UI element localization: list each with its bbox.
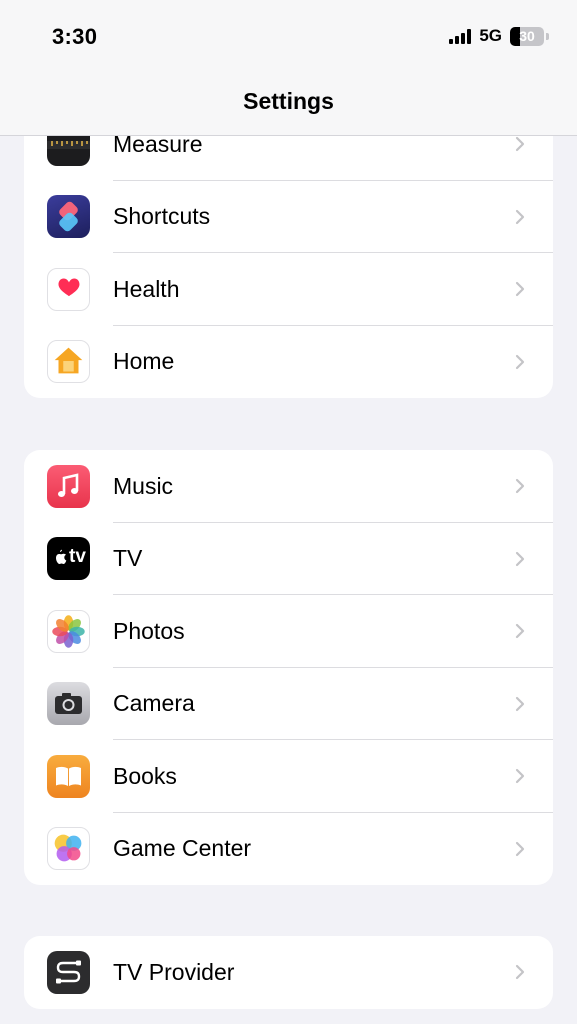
music-icon [47, 464, 90, 508]
chevron-right-icon [515, 696, 525, 711]
chevron-right-icon [515, 551, 525, 566]
game-center-icon [47, 827, 90, 871]
status-time: 3:30 [52, 24, 98, 49]
settings-row-tv-provider[interactable]: TV Provider [24, 936, 553, 1009]
network-type: 5G [479, 26, 502, 45]
camera-icon [47, 682, 90, 726]
battery-icon: 30 [510, 26, 544, 46]
tv-icon: tv [47, 537, 90, 581]
status-indicators: 5G 30 [449, 26, 549, 46]
shortcuts-icon [47, 195, 90, 239]
chevron-right-icon [515, 841, 525, 856]
settings-row-label: Home [113, 348, 175, 375]
settings-row-label: TV [113, 545, 143, 572]
books-icon [47, 754, 90, 798]
settings-row-health[interactable]: Health [24, 253, 553, 326]
cellular-signal-icon [449, 28, 472, 44]
settings-row-books[interactable]: Books [24, 740, 553, 813]
battery-tip [546, 32, 549, 40]
settings-row-music[interactable]: Music [24, 450, 553, 523]
photos-icon [47, 609, 90, 653]
chevron-right-icon [515, 354, 525, 369]
page-title: Settings [243, 88, 334, 114]
settings-row-label: Books [113, 762, 177, 789]
settings-row-label: Music [113, 472, 174, 499]
chevron-right-icon [515, 209, 525, 224]
chevron-right-icon [515, 769, 525, 784]
settings-row-photos[interactable]: Photos [24, 595, 553, 668]
settings-row-label: Shortcuts [113, 203, 211, 230]
tv-icon-text: tv [69, 546, 86, 568]
chevron-right-icon [515, 137, 525, 152]
settings-group-apps-2: Music tv TV Photos Camera Books Game Cen… [24, 450, 553, 885]
navigation-header: 3:30 5G 30 Settings [0, 0, 577, 136]
chevron-right-icon [515, 624, 525, 639]
health-icon [47, 267, 90, 311]
settings-row-tv[interactable]: tv TV [24, 523, 553, 595]
chevron-right-icon [515, 479, 525, 494]
settings-row-shortcuts[interactable]: Shortcuts [24, 181, 553, 253]
settings-row-label: Game Center [113, 835, 252, 862]
chevron-right-icon [515, 965, 525, 980]
settings-row-label: Photos [113, 617, 185, 644]
settings-row-label: Health [113, 275, 180, 302]
tv-provider-icon [47, 950, 90, 994]
home-icon [47, 340, 90, 384]
settings-row-game-center[interactable]: Game Center [24, 813, 553, 886]
settings-row-label: TV Provider [113, 958, 235, 985]
battery-percent: 30 [519, 28, 535, 44]
settings-row-home[interactable]: Home [24, 326, 553, 399]
settings-row-label: Camera [113, 690, 195, 717]
settings-group-providers: TV Provider [24, 936, 553, 1009]
chevron-right-icon [515, 282, 525, 297]
settings-group-apps-1: Measure Shortcuts Health Home [24, 108, 553, 398]
settings-row-camera[interactable]: Camera [24, 668, 553, 740]
